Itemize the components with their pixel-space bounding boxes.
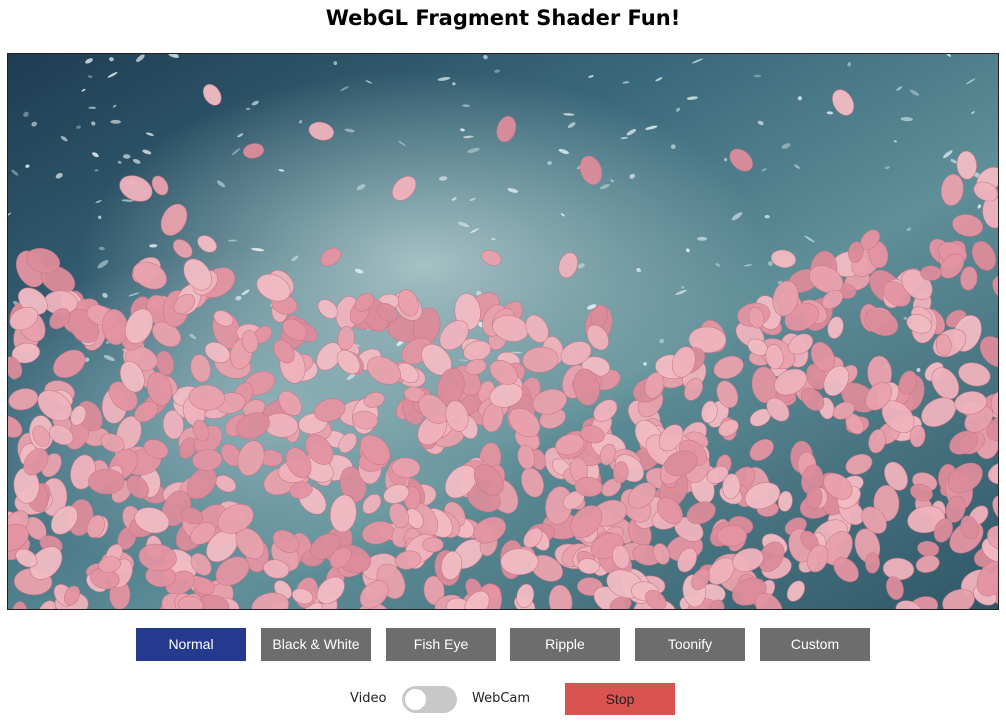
source-toggle-switch[interactable]	[402, 686, 457, 713]
fish-eye-effect-button[interactable]: Fish Eye	[386, 628, 496, 661]
video-label: Video	[350, 691, 387, 706]
page-title: WebGL Fragment Shader Fun!	[325, 6, 681, 30]
custom-effect-button[interactable]: Custom	[760, 628, 870, 661]
shader-canvas[interactable]	[7, 53, 999, 610]
toggle-knob	[405, 689, 426, 710]
video-frame-image	[8, 54, 998, 609]
ripple-effect-button[interactable]: Ripple	[510, 628, 620, 661]
toonify-effect-button[interactable]: Toonify	[635, 628, 745, 661]
normal-effect-button[interactable]: Normal	[136, 628, 246, 661]
black-white-effect-button[interactable]: Black & White	[261, 628, 371, 661]
source-controls: Video WebCam Stop	[0, 683, 1006, 715]
stop-button[interactable]: Stop	[565, 683, 675, 715]
webcam-label: WebCam	[472, 691, 531, 706]
